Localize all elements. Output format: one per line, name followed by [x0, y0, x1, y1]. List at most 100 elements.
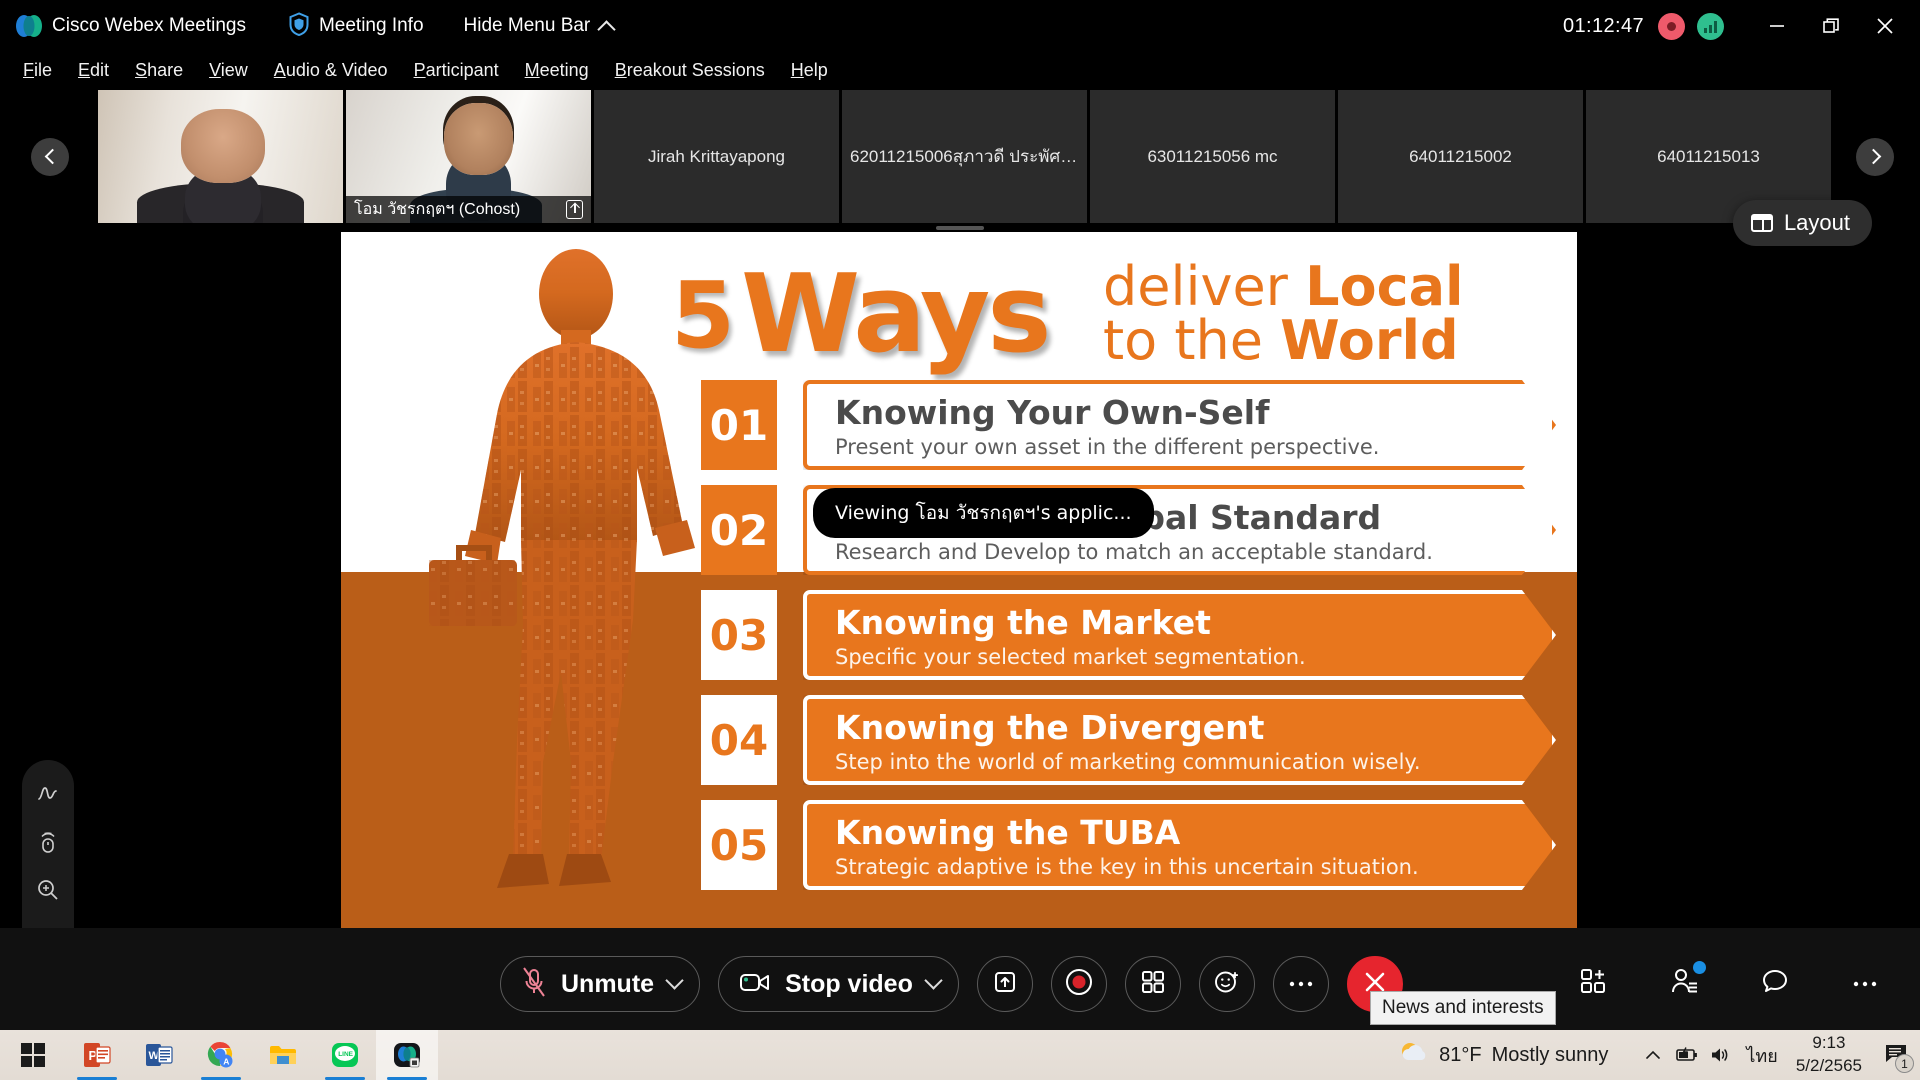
menu-file-label: ile — [34, 60, 52, 80]
share-content-button[interactable] — [977, 956, 1033, 1012]
powerpoint-icon: P — [82, 1040, 112, 1070]
slide-item-number: 02 — [701, 485, 777, 575]
add-panel-button[interactable] — [1572, 961, 1618, 1007]
network-strength-icon[interactable] — [1697, 13, 1724, 40]
word-icon: W — [144, 1040, 174, 1070]
show-hidden-icons-button[interactable] — [1636, 1030, 1670, 1080]
restore-button[interactable] — [1804, 5, 1858, 47]
chevron-down-icon[interactable] — [924, 971, 942, 989]
taskbar-app-word[interactable]: W — [128, 1030, 190, 1080]
taskbar-app-line[interactable]: LINE — [314, 1030, 376, 1080]
chat-bubble-icon — [1761, 968, 1789, 1001]
screen-share-icon — [566, 200, 583, 219]
hide-menu-bar-label: Hide Menu Bar — [464, 15, 591, 37]
participants-button[interactable] — [1662, 961, 1708, 1007]
meeting-info-button[interactable]: Meeting Info — [288, 12, 424, 41]
thumbnail-name: 63011215056 mc — [1139, 147, 1285, 167]
menu-audio-video[interactable]: Audio & Video — [261, 57, 401, 84]
menu-participant-label: articipant — [426, 60, 499, 80]
slide-item-05: 05 Knowing the TUBA Strategic adaptive i… — [701, 800, 1556, 890]
weather-widget[interactable]: 81°F Mostly sunny — [1397, 1038, 1608, 1073]
shared-content-stage: 5 Ways deliver Local to the World 01 Kno… — [0, 232, 1920, 928]
hide-menu-bar-button[interactable]: Hide Menu Bar — [464, 15, 614, 37]
chevron-right-icon — [1865, 149, 1881, 165]
menu-breakout-accel: B — [615, 60, 627, 80]
file-explorer-icon — [268, 1040, 298, 1070]
layout-button-label: Layout — [1784, 210, 1850, 236]
menu-breakout-sessions[interactable]: Breakout Sessions — [602, 57, 778, 84]
slide-item-01: 01 Knowing Your Own-Self Present your ow… — [701, 380, 1556, 470]
record-button[interactable] — [1051, 956, 1107, 1012]
menu-edit[interactable]: Edit — [65, 57, 122, 84]
menu-bar: File Edit Share View Audio & Video Parti… — [0, 52, 1920, 88]
reactions-button[interactable] — [1199, 956, 1255, 1012]
minimize-button[interactable] — [1750, 5, 1804, 47]
menu-participant[interactable]: Participant — [401, 57, 512, 84]
thumbnail-video-1-active-speaker[interactable]: โอม วัชรกฤตฯ (Cohost) — [346, 90, 591, 223]
annotate-pen-icon[interactable] — [28, 774, 68, 814]
menu-share-accel: S — [135, 60, 147, 80]
menu-audio-video-label: udio & Video — [286, 60, 388, 80]
menu-share[interactable]: Share — [122, 57, 196, 84]
add-panel-icon — [1580, 967, 1610, 1002]
menu-edit-accel: E — [78, 60, 90, 80]
menu-edit-label: dit — [90, 60, 109, 80]
chevron-down-icon[interactable] — [665, 971, 683, 989]
close-button[interactable] — [1858, 5, 1912, 47]
chat-button[interactable] — [1752, 961, 1798, 1007]
thumbnail-participant-5[interactable]: 64011215002 — [1338, 90, 1583, 223]
thumbnail-participant-2[interactable]: Jirah Krittayapong — [594, 90, 839, 223]
zoom-in-icon[interactable] — [28, 870, 68, 910]
slide-item-title: Knowing Your Own-Self — [835, 394, 1522, 432]
svg-text:A: A — [223, 1057, 229, 1067]
slide-item-body: Knowing the Market Specific your selecte… — [803, 590, 1556, 680]
thumbnail-participant-3[interactable]: 62011215006สุภาวดี ประพัศร... — [842, 90, 1087, 223]
thumbnail-video-0[interactable] — [98, 90, 343, 223]
battery-charging-icon[interactable] — [1670, 1030, 1704, 1080]
menu-meeting-label: eeting — [540, 60, 589, 80]
title-bar-right-group: 01:12:47 — [1563, 0, 1920, 52]
taskbar-app-powerpoint[interactable]: P — [66, 1030, 128, 1080]
video-toggle-button[interactable]: Stop video — [718, 956, 959, 1012]
more-options-button[interactable] — [1273, 956, 1329, 1012]
slide-item-subtitle: Specific your selected market segmentati… — [835, 645, 1522, 669]
speaker-icon[interactable] — [1704, 1030, 1738, 1080]
thumbnail-participant-4[interactable]: 63011215056 mc — [1090, 90, 1335, 223]
filmstrip-scroll-right-button[interactable] — [1856, 138, 1894, 176]
taskbar-app-file-explorer[interactable] — [252, 1030, 314, 1080]
meeting-timer: 01:12:47 — [1563, 15, 1644, 38]
mute-toggle-label: Unmute — [561, 970, 654, 999]
recording-indicator-icon[interactable] — [1658, 13, 1685, 40]
menu-file[interactable]: File — [10, 57, 65, 84]
start-button[interactable] — [0, 1030, 66, 1080]
notification-center-button[interactable]: 1 — [1872, 1030, 1920, 1080]
menu-help[interactable]: Help — [778, 57, 841, 84]
slide-item-03: 03 Knowing the Market Specific your sele… — [701, 590, 1556, 680]
slide-item-list: 01 Knowing Your Own-Self Present your ow… — [701, 380, 1556, 905]
slide-headline: 5 Ways deliver Local to the World — [361, 250, 1561, 380]
layout-button[interactable]: Layout — [1733, 200, 1872, 246]
menu-help-accel: H — [791, 60, 804, 80]
slide-item-title: Knowing the TUBA — [835, 814, 1522, 852]
shared-slide[interactable]: 5 Ways deliver Local to the World 01 Kno… — [341, 232, 1577, 928]
partly-sunny-icon — [1397, 1038, 1429, 1073]
window-title-bar: Cisco Webex Meetings Meeting Info Hide M… — [0, 0, 1920, 52]
chrome-icon: A — [206, 1040, 236, 1070]
taskbar-app-webex[interactable] — [376, 1030, 438, 1080]
camera-icon — [739, 970, 771, 999]
share-screen-icon — [992, 969, 1018, 1000]
remote-control-mouse-icon[interactable] — [28, 822, 68, 862]
menu-meeting[interactable]: Meeting — [512, 57, 602, 84]
mute-toggle-button[interactable]: Unmute — [500, 956, 700, 1012]
grid-apps-icon — [1141, 970, 1165, 999]
taskbar-app-chrome[interactable]: A — [190, 1030, 252, 1080]
menu-view[interactable]: View — [196, 57, 261, 84]
taskbar-clock[interactable]: 9:13 5/2/2565 — [1786, 1032, 1872, 1078]
language-indicator[interactable]: ไทย — [1738, 1041, 1785, 1070]
thumbnail-name: 64011215002 — [1401, 147, 1520, 167]
chevron-up-icon — [598, 20, 616, 38]
more-panels-button[interactable] — [1842, 961, 1888, 1007]
filmstrip-resize-handle[interactable] — [936, 226, 984, 230]
filmstrip-scroll-left-button[interactable] — [31, 138, 69, 176]
apps-grid-button[interactable] — [1125, 956, 1181, 1012]
